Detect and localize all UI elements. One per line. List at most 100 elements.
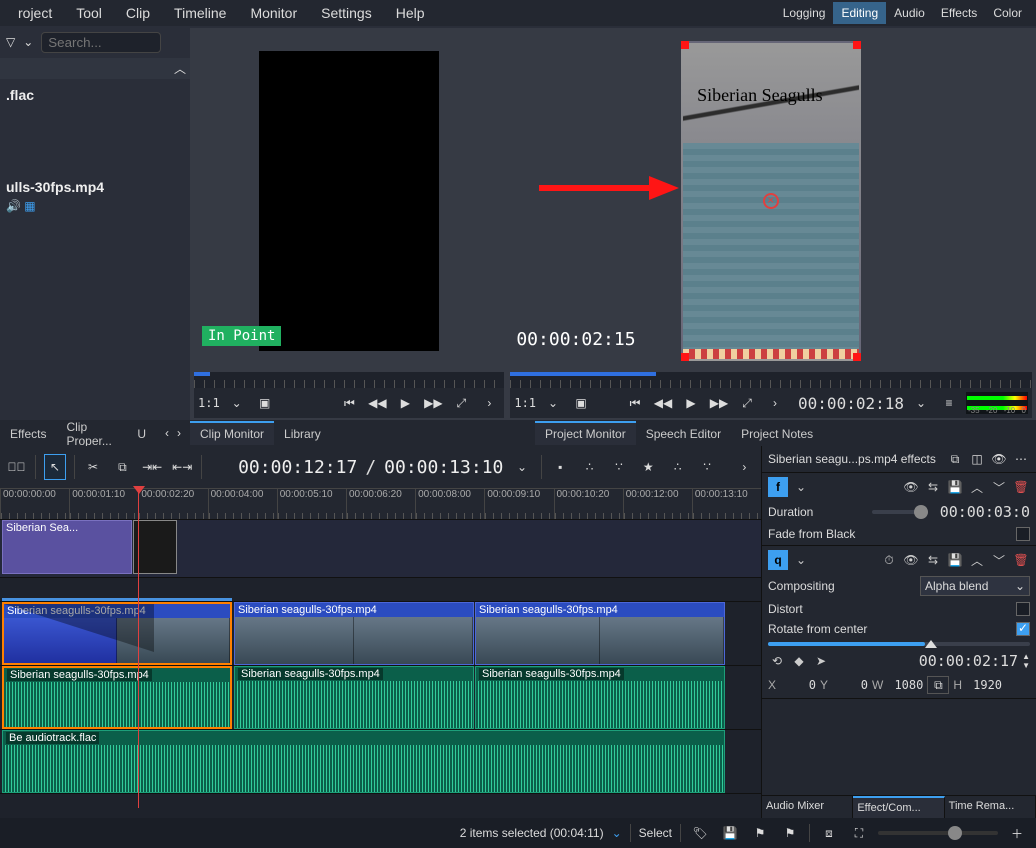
copy-icon[interactable]: ⧉	[946, 450, 964, 468]
save-icon[interactable]: 💾	[719, 822, 741, 844]
chevron-down-icon[interactable]: ⌄	[792, 478, 810, 496]
clip-zoom-ratio[interactable]: 1:1	[198, 396, 220, 410]
save-icon[interactable]: 💾	[946, 551, 964, 569]
ruler-tick[interactable]: 00:00:01:10	[69, 489, 138, 519]
transport-start[interactable]: ⏮	[338, 392, 360, 414]
stopwatch-icon[interactable]: ⏱	[880, 551, 898, 569]
tab-clip-monitor[interactable]: Clip Monitor	[190, 421, 274, 445]
transport-ff[interactable]: ▶▶	[422, 392, 444, 414]
project-monitor-tc[interactable]: 00:00:02:18	[798, 394, 904, 413]
tab-speech-editor[interactable]: Speech Editor	[636, 421, 731, 445]
ruler-tick[interactable]: 00:00:06:20	[346, 489, 415, 519]
bin-item[interactable]: .flac	[0, 79, 190, 111]
favorite-icon[interactable]: ★	[638, 454, 659, 480]
split-view-icon[interactable]: ◫	[968, 450, 986, 468]
ruler-tick[interactable]: 00:00:05:10	[277, 489, 346, 519]
menu-icon[interactable]: ⋯	[1012, 450, 1030, 468]
color-dots-icon[interactable]: ∵	[696, 454, 717, 480]
video-clip[interactable]: Siberian seagulls-30fps.mp4	[2, 602, 232, 665]
ruler-tick[interactable]: 00:00:12:00	[623, 489, 692, 519]
cut-icon[interactable]: ✂	[82, 454, 103, 480]
chevron-down-icon[interactable]: ⌄	[511, 454, 532, 480]
ruler-tick[interactable]: 00:00:10:20	[554, 489, 623, 519]
save-icon[interactable]: 💾	[946, 478, 964, 496]
chevron-down-icon[interactable]: ⌄	[226, 392, 248, 414]
roll-icon[interactable]: ⇤⇥	[171, 454, 193, 480]
menu-monitor[interactable]: Monitor	[238, 5, 309, 21]
flag-icon[interactable]: ⚑	[779, 822, 801, 844]
fullscreen-icon[interactable]: ▣	[254, 392, 276, 414]
timeline-ruler[interactable]: 00:00:00:0000:00:01:1000:00:02:20 00:00:0…	[0, 488, 761, 520]
transport-ff[interactable]: ▶▶	[708, 392, 730, 414]
selection-dropdown[interactable]: ⌄	[612, 826, 622, 840]
audio-clip[interactable]: Siberian seagulls-30fps.mp4	[234, 666, 474, 729]
effect-toggle[interactable]: q	[768, 550, 788, 570]
transport-start[interactable]: ⏮	[624, 392, 646, 414]
workspace-editing[interactable]: Editing	[833, 2, 886, 24]
project-monitor-view[interactable]: Siberian Seagulls 00:00:02:15	[510, 32, 1032, 370]
kf-add-icon[interactable]: ◆	[790, 652, 808, 670]
spacer-tool-icon[interactable]: ⧉	[112, 454, 133, 480]
link-wh-icon[interactable]: ⧉	[927, 676, 949, 694]
transform-center-handle[interactable]	[763, 193, 779, 209]
color-dots-icon[interactable]: ∵	[608, 454, 629, 480]
y-value[interactable]: 0	[830, 678, 868, 692]
chevron-down-icon[interactable]: ⌄	[542, 392, 564, 414]
tabs-scroll-right[interactable]: ›	[174, 426, 184, 440]
workspace-logging[interactable]: Logging	[775, 2, 834, 24]
fit-icon[interactable]: ⛶	[848, 822, 870, 844]
tab-time-remap[interactable]: Time Rema...	[945, 796, 1036, 818]
tab-effects[interactable]: Effects	[0, 421, 56, 445]
audio-clip[interactable]: Siberian seagulls-30fps.mp4	[475, 666, 725, 729]
filter-icon[interactable]: ▽	[6, 35, 15, 49]
clip-monitor-scrub[interactable]	[194, 372, 504, 388]
transport-next[interactable]: ›	[478, 392, 500, 414]
distort-checkbox[interactable]	[1016, 602, 1030, 616]
audio-clip[interactable]: Siberian seagulls-30fps.mp4	[2, 666, 232, 729]
transform-handle-tl[interactable]	[681, 41, 689, 49]
zoom-in-icon[interactable]: ＋	[1006, 822, 1028, 844]
eye-icon[interactable]: 👁	[902, 551, 920, 569]
tab-u[interactable]: U	[127, 421, 156, 445]
search-input[interactable]	[41, 32, 161, 53]
sequence-clip[interactable]: Siberian Sea...	[2, 520, 132, 574]
ruler-tick[interactable]: 00:00:08:00	[415, 489, 484, 519]
select-tool[interactable]: ↖	[44, 454, 65, 480]
tabs-scroll-left[interactable]: ‹	[162, 426, 172, 440]
move-up-icon[interactable]: ︿	[968, 478, 986, 496]
delete-icon[interactable]: 🗑	[1012, 478, 1030, 496]
proj-zoom-ratio[interactable]: 1:1	[514, 396, 536, 410]
delete-icon[interactable]: 🗑	[1012, 551, 1030, 569]
transport-play[interactable]: ▶	[680, 392, 702, 414]
tab-project-monitor[interactable]: Project Monitor	[535, 421, 636, 445]
effect-toggle[interactable]: f	[768, 477, 788, 497]
h-value[interactable]: 1920	[964, 678, 1002, 692]
menu-tool[interactable]: Tool	[64, 5, 114, 21]
eye-icon[interactable]: 👁	[902, 478, 920, 496]
snap-icon[interactable]: ⧈	[818, 822, 840, 844]
bin-item[interactable]: ulls-30fps.mp4 🔊 ▦	[0, 171, 190, 221]
tag-icon[interactable]: 🏷	[689, 822, 711, 844]
marker-icon[interactable]: ▪	[550, 454, 571, 480]
timeline-playhead-tc[interactable]: 00:00:12:17	[238, 457, 357, 478]
rotate-checkbox[interactable]	[1016, 622, 1030, 636]
transform-handle-br[interactable]	[853, 353, 861, 361]
crop-icon[interactable]: ⤢	[736, 392, 758, 414]
ruler-tick[interactable]: 00:00:02:20	[138, 489, 207, 519]
chevron-down-icon[interactable]: ⌄	[792, 551, 810, 569]
duration-slider[interactable]	[872, 510, 928, 514]
razor-icon[interactable]: ✂⃒	[6, 454, 27, 480]
ruler-tick[interactable]: 00:00:00:00	[0, 489, 69, 519]
menu-timeline[interactable]: Timeline	[162, 5, 238, 21]
tab-project-notes[interactable]: Project Notes	[731, 421, 823, 445]
workspace-color[interactable]: Color	[985, 2, 1030, 24]
move-down-icon[interactable]: ﹀	[990, 551, 1008, 569]
collapse-icon[interactable]: ︿	[174, 60, 186, 77]
transform-handle-bl[interactable]	[681, 353, 689, 361]
project-monitor-scrub[interactable]	[510, 372, 1032, 388]
chevron-down-icon[interactable]: ⌄	[23, 35, 33, 49]
color-dots-icon[interactable]: ∴	[667, 454, 688, 480]
menu-settings[interactable]: Settings	[309, 5, 384, 21]
move-down-icon[interactable]: ﹀	[990, 478, 1008, 496]
eye-icon[interactable]: 👁	[990, 450, 1008, 468]
